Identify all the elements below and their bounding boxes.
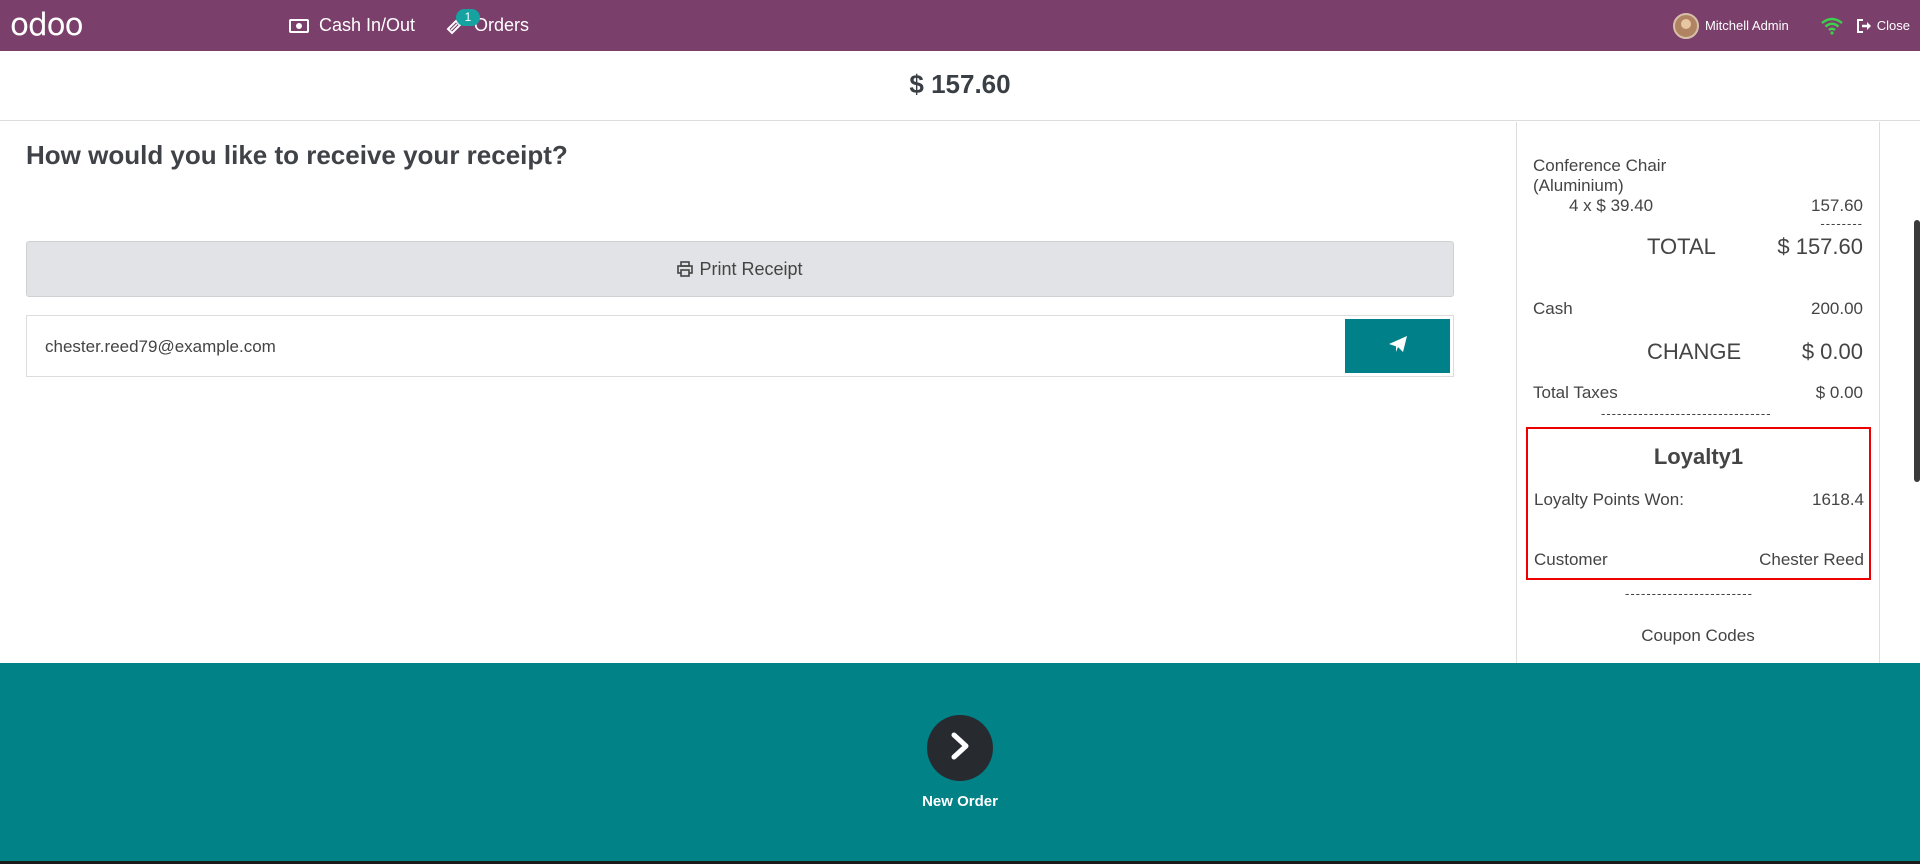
loyalty-customer-row: Customer Chester Reed <box>1534 550 1864 570</box>
change-value: $ 0.00 <box>1801 339 1863 364</box>
amount-header: $ 157.60 <box>0 51 1920 121</box>
receipt-question: How would you like to receive your recei… <box>26 140 568 170</box>
loyalty-points-label: Loyalty Points Won: <box>1534 490 1684 509</box>
receipt-total-row: TOTAL $ 157.60 <box>1533 234 1863 260</box>
print-receipt-button[interactable]: Print Receipt <box>26 241 1454 297</box>
money-icon <box>289 18 309 33</box>
chevron-right-icon <box>948 731 972 766</box>
payment-method-label: Cash <box>1533 299 1573 318</box>
navbar-right: Mitchell Admin Close <box>1672 0 1920 51</box>
orders-label: Orders <box>474 15 530 35</box>
new-order-label: New Order <box>922 793 998 810</box>
user-menu[interactable]: Mitchell Admin <box>1672 12 1789 39</box>
divider: -------- <box>1820 216 1863 231</box>
loyalty-points-row: Loyalty Points Won: 1618.4 <box>1534 490 1864 510</box>
orders-button[interactable]: Orders <box>446 0 529 51</box>
taxes-value: $ 0.00 <box>1815 383 1863 402</box>
odoo-logo: odoo <box>10 7 84 43</box>
loyalty-title: Loyalty1 <box>1653 444 1744 469</box>
email-receipt-form <box>26 315 1454 377</box>
printer-icon <box>677 261 694 277</box>
new-order-circle[interactable] <box>927 715 993 781</box>
new-order-button[interactable]: New Order <box>910 715 1010 810</box>
receipt-preview: Conference Chair (Aluminium) 4 x $ 39.40… <box>1516 122 1880 663</box>
wifi-icon <box>1820 17 1843 35</box>
orders-count-badge: 1 <box>456 9 480 26</box>
total-value: $ 157.60 <box>1777 234 1863 259</box>
cash-in-out-button[interactable]: Cash In/Out <box>289 0 415 51</box>
top-navbar: odoo Cash In/Out Orders 1 Mitchell Admin <box>0 0 1920 51</box>
order-total-amount: $ 157.60 <box>909 69 1011 99</box>
receipt-item-name: Conference Chair (Aluminium) <box>1533 156 1666 196</box>
close-button[interactable]: Close <box>1856 18 1910 33</box>
payment-amount: 200.00 <box>1811 299 1863 318</box>
taxes-label: Total Taxes <box>1533 383 1618 402</box>
divider: ------------------------ <box>1625 586 1753 601</box>
divider: -------------------------------- <box>1601 406 1772 421</box>
change-label: CHANGE <box>1647 339 1742 364</box>
change-row: CHANGE $ 0.00 <box>1533 339 1863 365</box>
item-qty-price: 4 x $ 39.40 <box>1569 196 1654 215</box>
customer-label: Customer <box>1534 550 1608 569</box>
loyalty-points-value: 1618.4 <box>1812 490 1864 509</box>
paper-plane-icon <box>1388 335 1408 358</box>
payment-row: Cash 200.00 <box>1533 299 1863 319</box>
item-name-line2: (Aluminium) <box>1533 176 1624 195</box>
print-receipt-label: Print Receipt <box>699 258 803 279</box>
receipt-scrollbar[interactable] <box>1914 220 1920 482</box>
customer-name: Chester Reed <box>1759 550 1864 569</box>
sign-out-icon <box>1856 18 1873 33</box>
avatar <box>1672 12 1699 39</box>
user-name: Mitchell Admin <box>1704 18 1789 33</box>
email-input[interactable] <box>45 334 1345 360</box>
item-name-line1: Conference Chair <box>1533 156 1667 175</box>
taxes-row: Total Taxes $ 0.00 <box>1533 383 1863 403</box>
send-email-button[interactable] <box>1345 319 1450 373</box>
coupon-codes-title: Coupon Codes <box>1641 626 1755 645</box>
loyalty-section: Loyalty1 Loyalty Points Won: 1618.4 Cust… <box>1526 427 1871 580</box>
close-label: Close <box>1876 18 1910 33</box>
footer-bar: New Order <box>0 663 1920 864</box>
cash-in-out-label: Cash In/Out <box>319 15 416 35</box>
item-line-total: 157.60 <box>1811 196 1863 215</box>
total-label: TOTAL <box>1647 234 1716 259</box>
